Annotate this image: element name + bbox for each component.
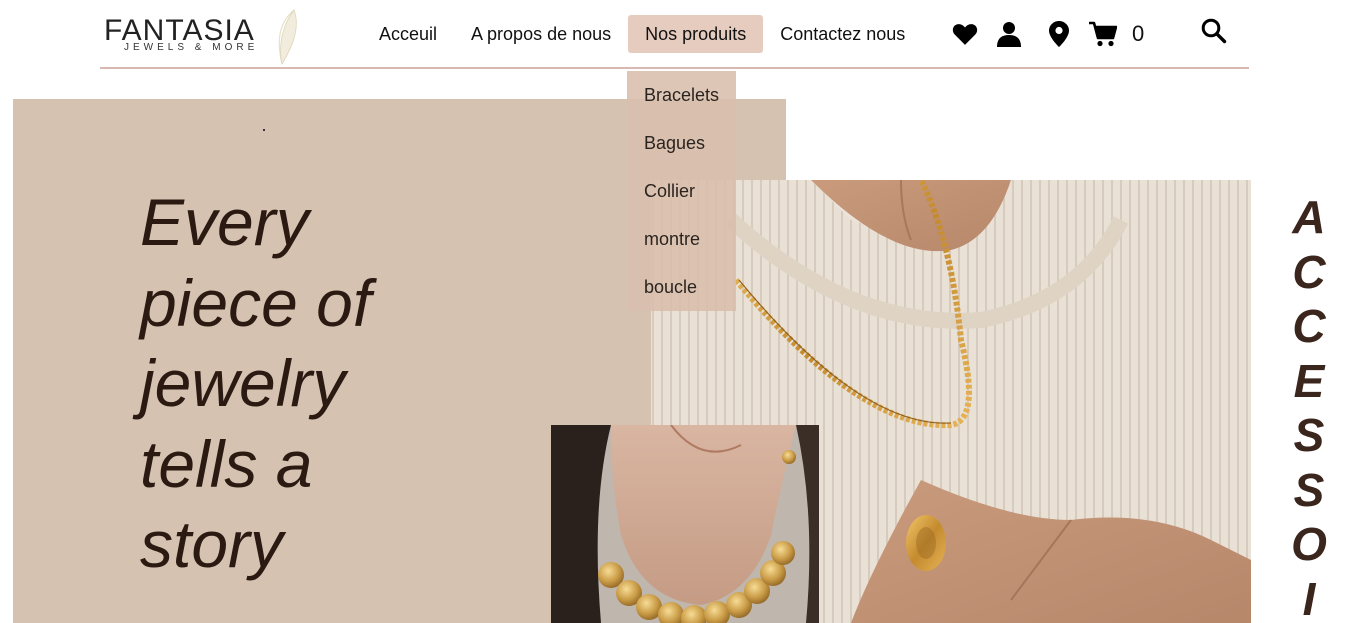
vertical-letter: O: [1291, 518, 1327, 570]
vertical-letter: S: [1293, 463, 1325, 516]
accessoires-vertical-title: A C C E S S O I: [1284, 190, 1334, 623]
hero-photo-chunky-chain: [551, 425, 819, 623]
nav-item-nos-produits[interactable]: Nos produits: [628, 15, 764, 53]
header-divider: [100, 67, 1249, 69]
hero-line: piece of: [140, 265, 372, 340]
leaf-icon: [278, 9, 297, 66]
dropdown-item-montre[interactable]: montre: [627, 215, 736, 263]
nav-item-a-propos[interactable]: A propos de nous: [454, 15, 628, 53]
hero-line: story: [140, 507, 284, 581]
dropdown-item-collier[interactable]: Collier: [627, 167, 736, 215]
vertical-letter: E: [1293, 354, 1325, 407]
vertical-letter: C: [1292, 245, 1326, 298]
brand-tagline: JEWELS & MORE: [124, 42, 259, 53]
cart-icon[interactable]: [1088, 19, 1118, 49]
products-dropdown: Bracelets Bagues Collier montre boucle: [627, 71, 736, 311]
hero-line: tells a: [140, 426, 313, 501]
brand-logo[interactable]: FANTASIA JEWELS & MORE: [104, 9, 297, 68]
header-icons: 0: [950, 18, 1144, 50]
nav-item-acceuil[interactable]: Acceuil: [362, 15, 454, 53]
map-pin-icon[interactable]: [1044, 19, 1074, 49]
hero-line: Every: [140, 185, 309, 259]
vertical-letter: C: [1292, 300, 1326, 352]
dropdown-item-bracelets[interactable]: Bracelets: [627, 71, 736, 119]
hero-headline: Every piece of jewelry tells a story: [140, 182, 500, 585]
dropdown-item-bagues[interactable]: Bagues: [627, 119, 736, 167]
hero-dot: [263, 129, 265, 131]
vertical-letter: A: [1292, 191, 1326, 243]
hero-line: jewelry: [140, 346, 346, 420]
cart-count: 0: [1132, 21, 1145, 46]
vertical-letter: I: [1302, 572, 1316, 623]
main-nav: Acceuil A propos de nous Nos produits Co…: [362, 15, 922, 53]
nav-item-contactez-nous[interactable]: Contactez nous: [763, 15, 922, 53]
search-icon[interactable]: [1199, 16, 1229, 46]
user-icon[interactable]: [994, 19, 1024, 49]
vertical-letter: S: [1293, 409, 1325, 461]
heart-icon[interactable]: [950, 19, 980, 49]
dropdown-item-boucle[interactable]: boucle: [627, 263, 736, 311]
